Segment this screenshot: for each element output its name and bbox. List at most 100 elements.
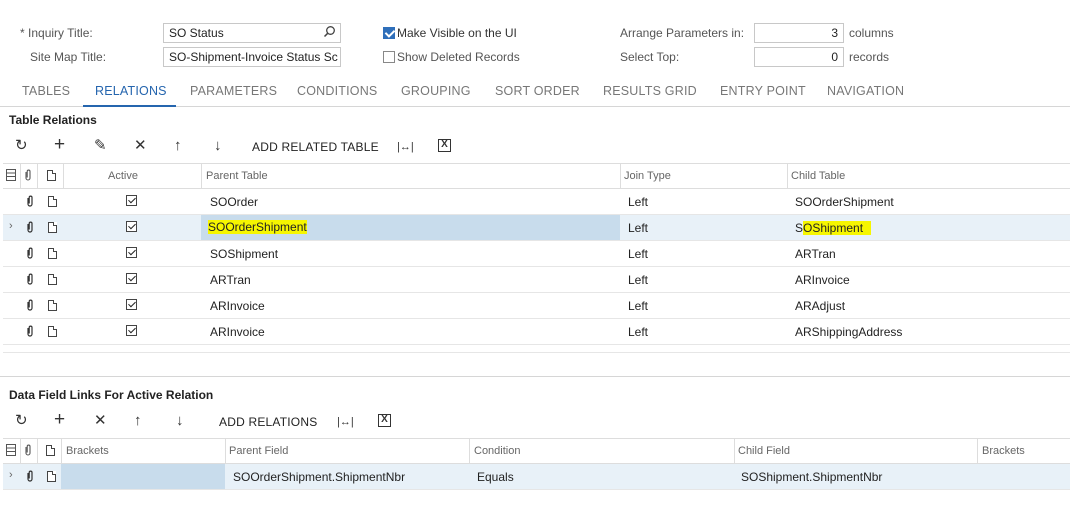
attachment-icon[interactable] xyxy=(26,325,34,340)
refresh-icon[interactable]: ↻ xyxy=(15,413,28,429)
add-icon[interactable]: + xyxy=(54,135,65,154)
panel-splitter[interactable] xyxy=(0,376,1070,377)
move-down-icon[interactable]: ↓ xyxy=(176,413,184,429)
col-condition[interactable]: Condition xyxy=(474,445,520,457)
col-join-type[interactable]: Join Type xyxy=(624,170,671,182)
tab-sort-order[interactable]: SORT ORDER xyxy=(495,84,580,98)
active-checkbox[interactable] xyxy=(126,247,137,258)
condition-cell[interactable]: Equals xyxy=(477,470,514,484)
child-field-cell[interactable]: SOShipment.ShipmentNbr xyxy=(741,470,882,484)
add-icon[interactable]: + xyxy=(54,410,65,429)
show-deleted-checkbox[interactable]: Show Deleted Records xyxy=(383,50,520,64)
delete-icon[interactable]: ✕ xyxy=(134,138,147,154)
col-child-field[interactable]: Child Field xyxy=(738,445,790,457)
checkbox-unchecked-icon xyxy=(383,51,395,63)
note-icon[interactable] xyxy=(48,248,57,259)
active-checkbox[interactable] xyxy=(126,299,137,310)
col-active[interactable]: Active xyxy=(108,170,138,182)
note-icon[interactable] xyxy=(48,300,57,311)
site-map-title-input[interactable]: SO-Shipment-Invoice Status Sc xyxy=(163,47,341,67)
row-settings-icon[interactable] xyxy=(6,444,16,459)
parent-table-cell[interactable]: SOShipment xyxy=(210,247,278,261)
table-row[interactable]: ARInvoice Left ARShippingAddress xyxy=(3,319,1070,345)
table-row-selected[interactable]: › SOOrderShipment Left SOShipment xyxy=(3,215,1070,241)
fit-columns-icon[interactable]: |↔| xyxy=(397,139,414,155)
child-table-cell[interactable]: ARTran xyxy=(795,247,836,261)
move-up-icon[interactable]: ↑ xyxy=(134,413,142,429)
site-map-title-label: Site Map Title: xyxy=(30,50,107,64)
child-table-cell[interactable]: SOShipment xyxy=(795,221,872,235)
attachment-icon[interactable] xyxy=(26,299,34,314)
tab-results-grid[interactable]: RESULTS GRID xyxy=(603,84,697,98)
tab-tables[interactable]: TABLES xyxy=(22,84,70,98)
table-row[interactable]: ARInvoice Left ARAdjust xyxy=(3,293,1070,319)
col-brackets-open[interactable]: Brackets xyxy=(66,445,109,457)
note-icon[interactable] xyxy=(48,326,57,337)
join-type-cell[interactable]: Left xyxy=(628,325,648,339)
attachment-icon[interactable] xyxy=(26,470,34,485)
child-table-cell[interactable]: ARShippingAddress xyxy=(795,325,902,339)
note-icon[interactable] xyxy=(48,274,57,285)
parent-table-cell[interactable]: SOOrderShipment xyxy=(208,220,307,234)
tab-entry-point[interactable]: ENTRY POINT xyxy=(720,84,806,98)
arrange-parameters-label: Arrange Parameters in: xyxy=(620,26,745,40)
arrange-parameters-input[interactable]: 3 xyxy=(754,23,844,43)
search-icon[interactable] xyxy=(323,25,336,41)
col-brackets-close[interactable]: Brackets xyxy=(982,445,1025,457)
attachment-icon[interactable] xyxy=(26,221,34,236)
table-row-selected[interactable]: › SOOrderShipment.ShipmentNbr Equals SOS… xyxy=(3,464,1070,490)
col-parent-field[interactable]: Parent Field xyxy=(229,445,288,457)
parent-table-cell[interactable]: SOOrder xyxy=(210,195,258,209)
note-icon[interactable] xyxy=(48,222,57,233)
active-checkbox[interactable] xyxy=(126,325,137,336)
make-visible-checkbox[interactable]: Make Visible on the UI xyxy=(383,26,517,40)
refresh-icon[interactable]: ↻ xyxy=(15,138,28,154)
add-related-table-button[interactable]: ADD RELATED TABLE xyxy=(252,140,379,154)
join-type-cell[interactable]: Left xyxy=(628,247,648,261)
parent-field-cell[interactable]: SOOrderShipment.ShipmentNbr xyxy=(233,470,405,484)
col-parent-table[interactable]: Parent Table xyxy=(206,170,268,182)
tab-grouping[interactable]: GROUPING xyxy=(401,84,471,98)
export-excel-icon[interactable]: X xyxy=(438,139,451,152)
tab-parameters[interactable]: PARAMETERS xyxy=(190,84,277,98)
table-row[interactable]: ARTran Left ARInvoice xyxy=(3,267,1070,293)
inquiry-title-label: * Inquiry Title: xyxy=(20,26,93,40)
child-table-cell[interactable]: SOOrderShipment xyxy=(795,195,894,209)
join-type-cell[interactable]: Left xyxy=(628,195,648,209)
select-top-input[interactable]: 0 xyxy=(754,47,844,67)
tab-relations[interactable]: RELATIONS xyxy=(95,84,167,98)
edit-icon[interactable]: ✎ xyxy=(94,138,107,154)
attachment-icon[interactable] xyxy=(26,247,34,262)
note-icon[interactable] xyxy=(47,471,56,482)
active-checkbox[interactable] xyxy=(126,273,137,284)
active-checkbox[interactable] xyxy=(126,195,137,206)
tab-navigation[interactable]: NAVIGATION xyxy=(827,84,904,98)
active-checkbox[interactable] xyxy=(126,221,137,232)
join-type-cell[interactable]: Left xyxy=(628,221,648,235)
tab-conditions[interactable]: CONDITIONS xyxy=(297,84,377,98)
parent-table-cell[interactable]: ARInvoice xyxy=(210,325,265,339)
fit-columns-icon[interactable]: |↔| xyxy=(337,414,354,430)
join-type-cell[interactable]: Left xyxy=(628,273,648,287)
attachment-icon[interactable] xyxy=(26,273,34,288)
delete-icon[interactable]: ✕ xyxy=(94,413,107,429)
checkbox-checked-icon xyxy=(383,27,395,39)
note-header-icon xyxy=(47,170,56,181)
row-settings-icon[interactable] xyxy=(6,169,16,184)
child-table-cell[interactable]: ARAdjust xyxy=(795,299,845,313)
col-child-table[interactable]: Child Table xyxy=(791,170,845,182)
move-up-icon[interactable]: ↑ xyxy=(174,138,182,154)
export-excel-icon[interactable]: X xyxy=(378,414,391,427)
parent-table-cell[interactable]: ARInvoice xyxy=(210,299,265,313)
attachment-icon[interactable] xyxy=(26,195,34,210)
parent-table-cell[interactable]: ARTran xyxy=(210,273,251,287)
move-down-icon[interactable]: ↓ xyxy=(214,138,222,154)
current-row-chevron-icon: › xyxy=(9,469,13,481)
join-type-cell[interactable]: Left xyxy=(628,299,648,313)
add-relations-button[interactable]: ADD RELATIONS xyxy=(219,415,317,429)
child-table-cell[interactable]: ARInvoice xyxy=(795,273,850,287)
table-row[interactable]: SOOrder Left SOOrderShipment xyxy=(3,189,1070,215)
note-icon[interactable] xyxy=(48,196,57,207)
inquiry-title-input[interactable]: SO Status xyxy=(163,23,341,43)
table-row[interactable]: SOShipment Left ARTran xyxy=(3,241,1070,267)
